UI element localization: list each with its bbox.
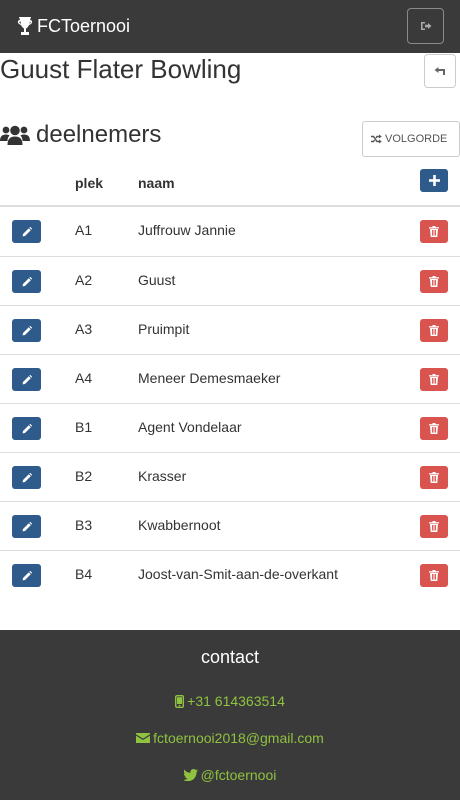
order-button-label: VOLGORDE — [385, 133, 448, 145]
phone-link[interactable]: +31 614363514 — [0, 693, 460, 709]
twitter-icon — [183, 769, 198, 781]
pencil-icon — [22, 325, 32, 335]
name-cell: Guust — [138, 272, 176, 288]
delete-participant-button[interactable] — [420, 466, 448, 489]
name-cell: Joost-van-Smit-aan-de-overkant — [138, 566, 338, 582]
twitter-link[interactable]: @fctoernooi — [0, 767, 460, 783]
table-row: A4 Meneer Demesmaeker — [0, 354, 460, 403]
table-row: B3 Kwabbernoot — [0, 501, 460, 550]
brand-name: FCToernooi — [37, 15, 131, 36]
trash-icon — [429, 374, 439, 385]
trophy-icon — [17, 17, 33, 35]
table-row: A1 Juffrouw Jannie — [0, 207, 460, 256]
place-cell: B4 — [75, 566, 93, 582]
name-cell: Agent Vondelaar — [138, 419, 242, 435]
place-cell: A3 — [75, 321, 93, 337]
edit-participant-button[interactable] — [12, 417, 41, 440]
delete-participant-button[interactable] — [420, 417, 448, 440]
column-header-name: naam — [138, 175, 175, 191]
place-cell: B1 — [75, 419, 93, 435]
table-row: A3 Pruimpit — [0, 305, 460, 354]
phone-number: +31 614363514 — [187, 693, 285, 709]
page-title: Guust Flater Bowling — [0, 54, 242, 84]
place-cell: B3 — [75, 517, 93, 533]
navbar: FCToernooi — [0, 0, 460, 53]
pencil-icon — [22, 570, 32, 580]
envelope-icon — [136, 733, 151, 743]
logout-button[interactable] — [407, 8, 444, 44]
footer: contact +31 614363514 fctoernooi2018@gma… — [0, 630, 460, 800]
table-header: plek naam — [0, 158, 460, 207]
trash-icon — [429, 276, 439, 287]
mobile-icon — [175, 694, 185, 708]
plus-icon — [428, 175, 440, 186]
table-row: B4 Joost-van-Smit-aan-de-overkant — [0, 550, 460, 599]
edit-participant-button[interactable] — [12, 270, 41, 293]
table-row: A2 Guust — [0, 256, 460, 305]
brand[interactable]: FCToernooi — [16, 15, 130, 37]
edit-participant-button[interactable] — [12, 564, 41, 587]
place-cell: A2 — [75, 272, 93, 288]
pencil-icon — [22, 276, 32, 286]
place-cell: A4 — [75, 370, 93, 386]
delete-participant-button[interactable] — [420, 515, 448, 538]
column-header-place: plek — [75, 175, 104, 191]
edit-participant-button[interactable] — [12, 368, 41, 391]
table-row: B2 Krasser — [0, 452, 460, 501]
trash-icon — [429, 226, 439, 237]
edit-participant-button[interactable] — [12, 515, 41, 538]
edit-participant-button[interactable] — [12, 220, 41, 243]
trash-icon — [429, 325, 439, 336]
participants-table: plek naam A1 Juffrouw Jannie A2 Guust A3 Prui… — [0, 158, 460, 599]
pencil-icon — [22, 521, 32, 531]
place-cell: A1 — [75, 222, 93, 238]
random-icon — [371, 134, 382, 144]
trash-icon — [429, 521, 439, 532]
participants-title: deelnemers — [36, 121, 162, 148]
twitter-handle: @fctoernooi — [200, 767, 277, 783]
edit-participant-button[interactable] — [12, 319, 41, 342]
delete-participant-button[interactable] — [420, 220, 448, 243]
pencil-icon — [22, 374, 32, 384]
name-cell: Pruimpit — [138, 321, 190, 337]
sign-out-icon — [420, 22, 431, 30]
footer-title: contact — [200, 647, 260, 667]
table-row: B1 Agent Vondelaar — [0, 403, 460, 452]
back-button[interactable] — [424, 54, 456, 88]
add-participant-button[interactable] — [420, 169, 448, 192]
delete-participant-button[interactable] — [420, 368, 448, 391]
name-cell: Kwabbernoot — [138, 517, 221, 533]
delete-participant-button[interactable] — [420, 270, 448, 293]
edit-participant-button[interactable] — [12, 466, 41, 489]
name-cell: Krasser — [138, 468, 187, 484]
pencil-icon — [22, 472, 32, 482]
order-button[interactable]: VOLGORDE — [362, 121, 460, 157]
users-icon — [0, 125, 30, 145]
email-link[interactable]: fctoernooi2018@gmail.com — [0, 730, 460, 746]
delete-participant-button[interactable] — [420, 564, 448, 587]
name-cell: Meneer Demesmaeker — [138, 370, 281, 386]
place-cell: B2 — [75, 468, 93, 484]
pencil-icon — [22, 226, 32, 236]
email-address: fctoernooi2018@gmail.com — [153, 730, 324, 746]
trash-icon — [429, 423, 439, 434]
trash-icon — [429, 570, 439, 581]
pencil-icon — [22, 423, 32, 433]
trash-icon — [429, 472, 439, 483]
table-body: A1 Juffrouw Jannie A2 Guust A3 Pruimpit A4 Mene… — [0, 207, 460, 599]
reply-icon — [434, 67, 445, 75]
delete-participant-button[interactable] — [420, 319, 448, 342]
participants-heading: deelnemers — [0, 120, 161, 150]
name-cell: Juffrouw Jannie — [138, 222, 236, 238]
